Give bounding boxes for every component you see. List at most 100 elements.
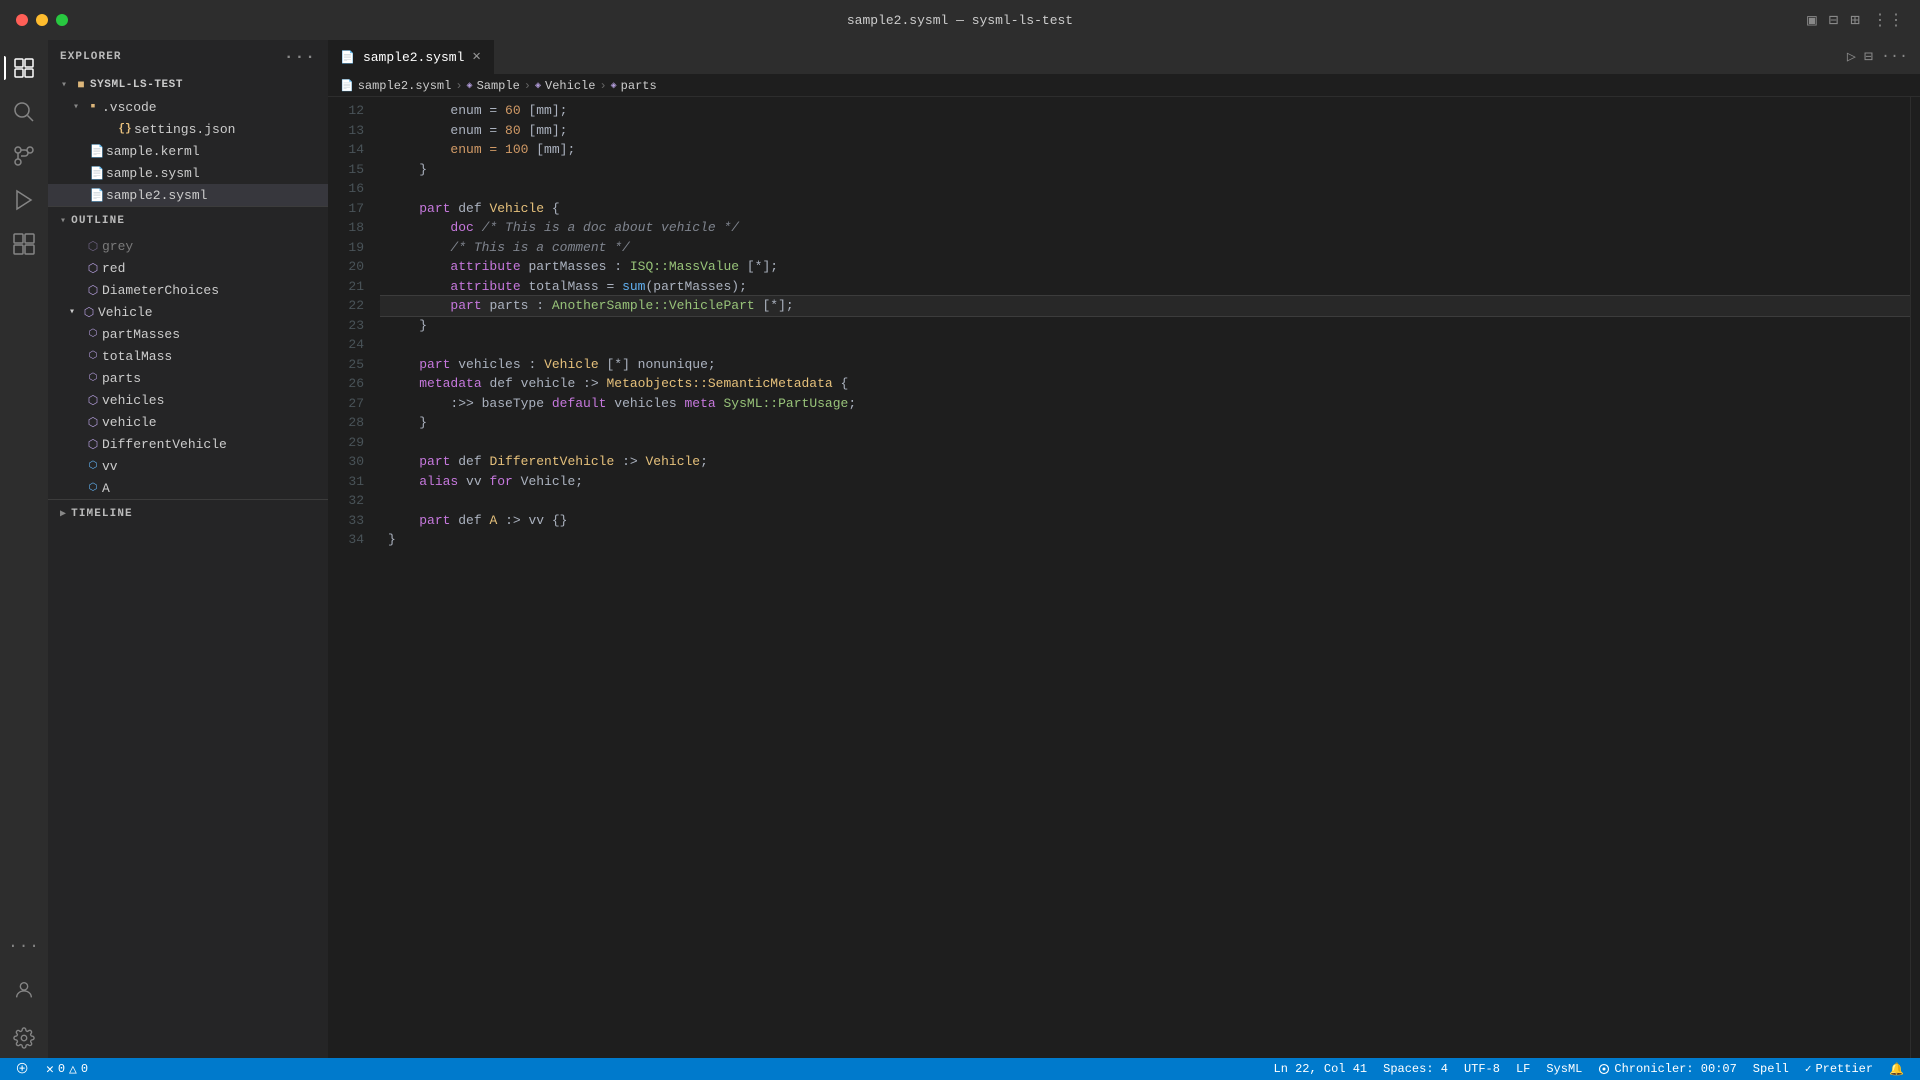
code-line-23[interactable]: } <box>380 316 1910 336</box>
sample-sysml-item[interactable]: ▾ 📄 sample.sysml <box>48 162 328 184</box>
outline-diameter[interactable]: ▾ ⬡ DiameterChoices <box>48 279 328 301</box>
layout-icon[interactable]: ⊟ <box>1829 10 1839 30</box>
explorer-title: EXPLORER <box>60 51 122 63</box>
split-editor-icon[interactable]: ▣ <box>1807 10 1817 30</box>
outline-differentvehicle[interactable]: ▾ ⬡ DifferentVehicle <box>48 433 328 455</box>
status-errors[interactable]: ✕ 0 △ 0 <box>38 1062 96 1077</box>
tab-sample2[interactable]: 📄 sample2.sysml ✕ <box>328 40 494 74</box>
code-line-33[interactable]: part def A :> vv {} <box>380 511 1910 531</box>
outline-vehicles[interactable]: ▾ ⬡ vehicles <box>48 389 328 411</box>
code-content[interactable]: enum = 60 [mm]; enum = 80 [mm]; enum = 1… <box>380 97 1910 1058</box>
root-folder-arrow: ▾ <box>56 79 72 91</box>
code-line-28[interactable]: } <box>380 413 1910 433</box>
run-icon[interactable]: ▷ <box>1847 47 1856 66</box>
outline-parts[interactable]: ⬡ parts <box>48 367 328 389</box>
status-left: ✕ 0 △ 0 <box>8 1062 96 1077</box>
outline-totalmass[interactable]: ⬡ totalMass <box>48 345 328 367</box>
outline-red[interactable]: ⬡ red <box>48 257 328 279</box>
breadcrumb-sep1: › <box>455 79 462 93</box>
status-language[interactable]: SysML <box>1538 1062 1590 1076</box>
code-line-19[interactable]: /* This is a comment */ <box>380 238 1910 258</box>
code-line-26[interactable]: metadata def vehicle :> Metaobjects::Sem… <box>380 374 1910 394</box>
cube-icon: ⬡ <box>84 393 102 408</box>
cube-small-icon: ⬡ <box>84 328 102 340</box>
tab-close-button[interactable]: ✕ <box>472 50 480 64</box>
code-line-17[interactable]: part def Vehicle { <box>380 199 1910 219</box>
settings-json-item[interactable]: ▾ {} settings.json <box>48 118 328 140</box>
code-line-20[interactable]: attribute partMasses : ISQ::MassValue [*… <box>380 257 1910 277</box>
code-line-13[interactable]: enum = 80 [mm]; <box>380 121 1910 141</box>
root-folder-item[interactable]: ▾ ■ SYSML-LS-TEST <box>48 74 328 96</box>
bell-icon: 🔔 <box>1889 1062 1904 1077</box>
tab-bar: 📄 sample2.sysml ✕ ▷ ⊟ ··· <box>328 40 1920 75</box>
breadcrumb-vehicle[interactable]: ◈ Vehicle <box>535 79 595 93</box>
code-line-12[interactable]: enum = 60 [mm]; <box>380 101 1910 121</box>
code-line-18[interactable]: doc /* This is a doc about vehicle */ <box>380 218 1910 238</box>
sysml2-icon: 📄 <box>88 188 106 203</box>
status-chronicler[interactable]: Chronicler: 00:07 <box>1590 1062 1744 1076</box>
code-line-34[interactable]: } <box>380 530 1910 550</box>
activity-more[interactable]: ··· <box>4 926 44 966</box>
code-line-21[interactable]: attribute totalMass = sum(partMasses); <box>380 277 1910 297</box>
status-prettier[interactable]: ✓ Prettier <box>1797 1062 1881 1076</box>
breadcrumb-parts-label: parts <box>621 79 657 93</box>
code-line-29[interactable] <box>380 433 1910 453</box>
timeline-title: TIMELINE <box>71 508 133 520</box>
explorer-header[interactable]: EXPLORER ··· <box>48 40 328 74</box>
minimap <box>1910 97 1920 1058</box>
encoding-label: UTF-8 <box>1464 1062 1500 1076</box>
breadcrumb-file[interactable]: 📄 sample2.sysml <box>340 79 451 93</box>
code-line-31[interactable]: alias vv for Vehicle; <box>380 472 1910 492</box>
outline-a[interactable]: ▾ ⬡ A <box>48 477 328 499</box>
file-icon: 📄 <box>340 79 354 93</box>
outline-vehicle[interactable]: ▾ ⬡ vehicle <box>48 411 328 433</box>
close-button[interactable] <box>16 14 28 26</box>
cursor-position: Ln 22, Col 41 <box>1274 1062 1368 1076</box>
outline-partmasses[interactable]: ⬡ partMasses <box>48 323 328 345</box>
status-notifications[interactable]: 🔔 <box>1881 1062 1912 1077</box>
title-bar: sample2.sysml — sysml-ls-test ▣ ⊟ ⊞ ⋮⋮ <box>0 0 1920 40</box>
code-line-22[interactable]: part parts : AnotherSample::VehiclePart … <box>380 296 1910 316</box>
status-spell[interactable]: Spell <box>1745 1062 1797 1076</box>
minimize-button[interactable] <box>36 14 48 26</box>
error-icon: ✕ <box>46 1062 54 1077</box>
code-line-27[interactable]: :>> baseType default vehicles meta SysML… <box>380 394 1910 414</box>
status-encoding[interactable]: UTF-8 <box>1456 1062 1508 1076</box>
activity-accounts[interactable] <box>4 970 44 1010</box>
sample2-sysml-item[interactable]: ▾ 📄 sample2.sysml <box>48 184 328 206</box>
tab-label: sample2.sysml <box>363 50 464 65</box>
outline-vehicle-parent[interactable]: ▾ ⬡ Vehicle <box>48 301 328 323</box>
code-line-14[interactable]: enum = 100 [mm]; <box>380 140 1910 160</box>
language-label: SysML <box>1546 1062 1582 1076</box>
activity-run[interactable] <box>4 180 44 220</box>
customize-layout-icon[interactable]: ⋮⋮ <box>1872 10 1904 30</box>
activity-explorer[interactable] <box>4 48 44 88</box>
status-remote[interactable] <box>8 1062 38 1076</box>
more-actions-icon[interactable]: ··· <box>1881 48 1908 65</box>
outline-vv[interactable]: ▾ ⬡ vv <box>48 455 328 477</box>
code-line-25[interactable]: part vehicles : Vehicle [*] nonunique; <box>380 355 1910 375</box>
activity-search[interactable] <box>4 92 44 132</box>
layout2-icon[interactable]: ⊞ <box>1850 10 1860 30</box>
explorer-more-button[interactable]: ··· <box>284 48 316 66</box>
code-line-24[interactable] <box>380 335 1910 355</box>
vscode-folder-item[interactable]: ▾ ▪ .vscode <box>48 96 328 118</box>
breadcrumb-sample[interactable]: ◈ Sample <box>467 79 520 93</box>
code-line-15[interactable]: } <box>380 160 1910 180</box>
activity-extensions[interactable] <box>4 224 44 264</box>
status-eol[interactable]: LF <box>1508 1062 1538 1076</box>
outline-header[interactable]: ▾ OUTLINE <box>48 207 328 235</box>
breadcrumb-parts[interactable]: ◈ parts <box>611 79 657 93</box>
code-line-16[interactable] <box>380 179 1910 199</box>
split-editor-right-icon[interactable]: ⊟ <box>1864 47 1873 66</box>
sample-kerml-item[interactable]: ▾ 📄 sample.kerml <box>48 140 328 162</box>
status-spaces[interactable]: Spaces: 4 <box>1375 1062 1456 1076</box>
timeline-header[interactable]: ▶ TIMELINE <box>48 500 328 528</box>
activity-settings[interactable] <box>4 1018 44 1058</box>
outline-grey[interactable]: ⬡ grey <box>48 235 328 257</box>
activity-source-control[interactable] <box>4 136 44 176</box>
status-cursor[interactable]: Ln 22, Col 41 <box>1266 1062 1376 1076</box>
code-line-30[interactable]: part def DifferentVehicle :> Vehicle; <box>380 452 1910 472</box>
code-line-32[interactable] <box>380 491 1910 511</box>
maximize-button[interactable] <box>56 14 68 26</box>
